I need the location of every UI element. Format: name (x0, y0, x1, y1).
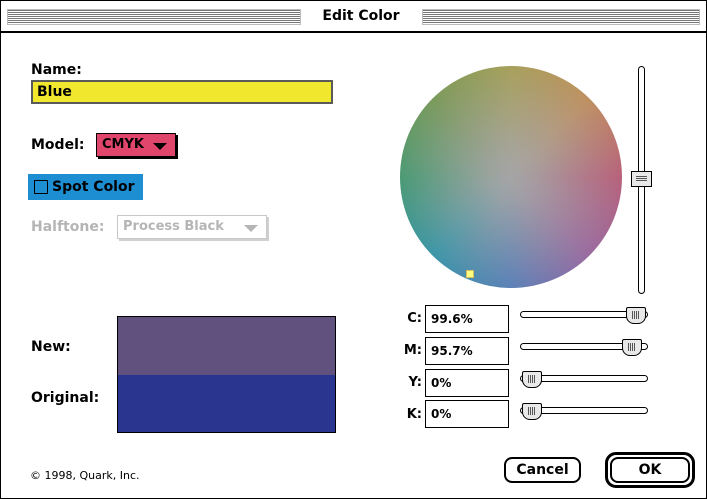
name-label: Name: (31, 62, 82, 78)
halftone-label: Halftone: (31, 219, 105, 235)
new-swatch-label: New: (31, 339, 71, 355)
brightness-slider-thumb[interactable] (631, 171, 652, 187)
color-wheel-marker[interactable] (466, 270, 474, 278)
black-slider-thumb[interactable] (522, 403, 542, 420)
cyan-label: C: (407, 311, 422, 326)
cancel-button[interactable]: Cancel (504, 457, 581, 483)
color-wheel[interactable] (400, 66, 622, 288)
model-label: Model: (31, 137, 85, 153)
ok-button[interactable]: OK (610, 457, 690, 483)
model-popup-value: CMYK (102, 137, 144, 152)
name-input[interactable]: Blue (31, 80, 333, 104)
new-color-swatch (118, 317, 335, 375)
halftone-popup-menu[interactable]: Process Black (117, 215, 267, 239)
magenta-slider-thumb[interactable] (622, 339, 642, 356)
magenta-label: M: (403, 343, 422, 358)
copyright-text: © 1998, Quark, Inc. (30, 469, 140, 482)
original-swatch-label: Original: (31, 390, 100, 406)
yellow-slider-thumb[interactable] (522, 371, 542, 388)
title-bar[interactable]: Edit Color (1, 1, 706, 33)
color-preview-box (117, 316, 336, 433)
original-color-swatch (118, 375, 335, 432)
window-title: Edit Color (306, 7, 416, 25)
yellow-field[interactable]: 0% (425, 369, 509, 397)
popup-arrow-icon (153, 143, 167, 150)
black-field[interactable]: 0% (425, 400, 509, 428)
cyan-field[interactable]: 99.6% (425, 305, 509, 333)
cyan-slider-thumb[interactable] (626, 307, 646, 324)
yellow-label: Y: (408, 375, 422, 390)
spot-color-checkbox-row[interactable]: Spot Color (28, 174, 143, 200)
black-label: K: (406, 407, 422, 422)
spot-color-checkbox[interactable] (34, 180, 48, 194)
magenta-field[interactable]: 95.7% (425, 337, 509, 365)
spot-color-label: Spot Color (52, 179, 135, 195)
halftone-popup-value: Process Black (123, 219, 224, 234)
popup-arrow-icon (244, 225, 258, 232)
title-bar-stripes-left (7, 9, 301, 25)
title-bar-stripes-right (422, 9, 700, 25)
model-popup-menu[interactable]: CMYK (96, 133, 176, 157)
edit-color-dialog: Edit Color Name: Blue Model: CMYK Spot C… (0, 0, 707, 499)
